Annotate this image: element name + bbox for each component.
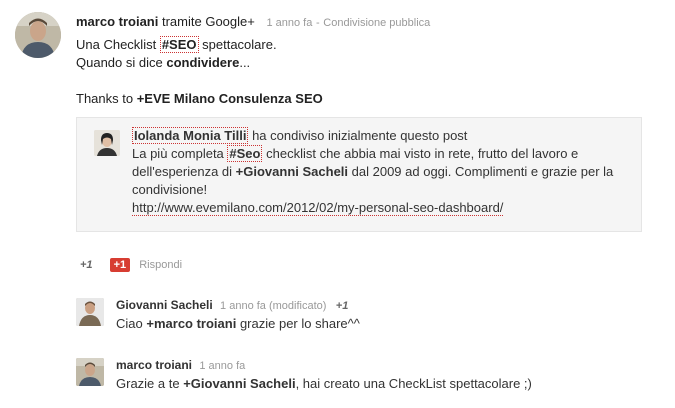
comment-text: Ciao +marco troiani grazie per lo share^… [116,316,360,331]
hashtag-seo-reshare[interactable]: #Seo [227,145,263,162]
reshare-text-part: checklist che abbia mai visto in rete, f… [266,146,579,161]
reply-link[interactable]: Rispondi [139,259,182,271]
reshare-text-part: dal 2009 ad oggi. Complimenti e grazie p… [351,164,614,179]
reshare-author-name[interactable]: Iolanda Monia Tilli [132,127,249,144]
reshared-post: Iolanda Monia Tilli ha condiviso inizial… [76,117,642,232]
plus-one-button[interactable]: +1 [109,258,131,272]
comment-plus-one[interactable]: +1 [336,300,349,312]
comment-author[interactable]: Giovanni Sacheli [116,298,213,312]
post-actions: +1 +1 Rispondi [80,258,182,272]
comment-author[interactable]: marco troiani [116,358,192,372]
comment-timestamp[interactable]: 1 anno fa [199,360,245,372]
mention-giovanni-sacheli-comment[interactable]: +Giovanni Sacheli [183,376,295,391]
mention-giovanni-sacheli[interactable]: +Giovanni Sacheli [236,164,348,179]
hashtag-seo[interactable]: #SEO [159,36,199,53]
post-header: marco troiani tramite Google+ 1 anno fa … [76,14,430,29]
post-text-part: spettacolare. [202,37,277,52]
comment-avatar-giovanni[interactable] [76,298,104,326]
post-text-part: ... [239,55,251,70]
comment-text-part: , hai creato una CheckList spettacolare … [295,376,532,391]
reshare-text-part: condivisione! [132,182,208,197]
author-name[interactable]: marco troiani [76,14,158,29]
reshare-text-part: La più completa [132,146,224,161]
comment-text-part: Ciao [116,316,143,331]
comment-timestamp[interactable]: 1 anno fa (modificato) [220,300,326,312]
post-timestamp[interactable]: 1 anno fa [266,17,312,29]
comment-text-part: grazie per lo share^^ [239,316,360,331]
comment-text-part: Grazie a te [116,376,180,391]
mention-marco-troiani[interactable]: +marco troiani [146,316,236,331]
post-text-part: Una Checklist [76,37,157,52]
mention-eve-milano[interactable]: +EVE Milano Consulenza SEO [137,91,323,106]
post-text-part: Thanks to [76,91,134,106]
reshare-body: Iolanda Monia Tilli ha condiviso inizial… [132,127,613,217]
post-bold-word: condividere [166,55,240,70]
meta-separator: - [315,17,320,29]
post-text-part: Quando si dice [76,55,163,70]
author-avatar[interactable] [15,12,61,58]
comment-text: Grazie a te +Giovanni Sacheli, hai creat… [116,376,532,391]
comment-avatar-marco[interactable] [76,358,104,386]
post-body: Una Checklist #SEO spettacolare. Quando … [76,36,323,108]
reshare-link[interactable]: http://www.evemilano.com/2012/02/my-pers… [132,200,504,216]
plus-one-count: +1 [80,258,93,271]
visibility-label[interactable]: Condivisione pubblica [323,17,430,29]
comment-header: marco troiani 1 anno fa [116,358,245,372]
reshare-action: ha condiviso inizialmente questo post [252,128,468,143]
comment-header: Giovanni Sacheli 1 anno fa (modificato) … [116,298,348,312]
via-text: tramite Google+ [161,14,255,29]
reshare-text-part: dell'esperienza di [132,164,233,179]
reshare-author-avatar[interactable] [94,130,120,156]
